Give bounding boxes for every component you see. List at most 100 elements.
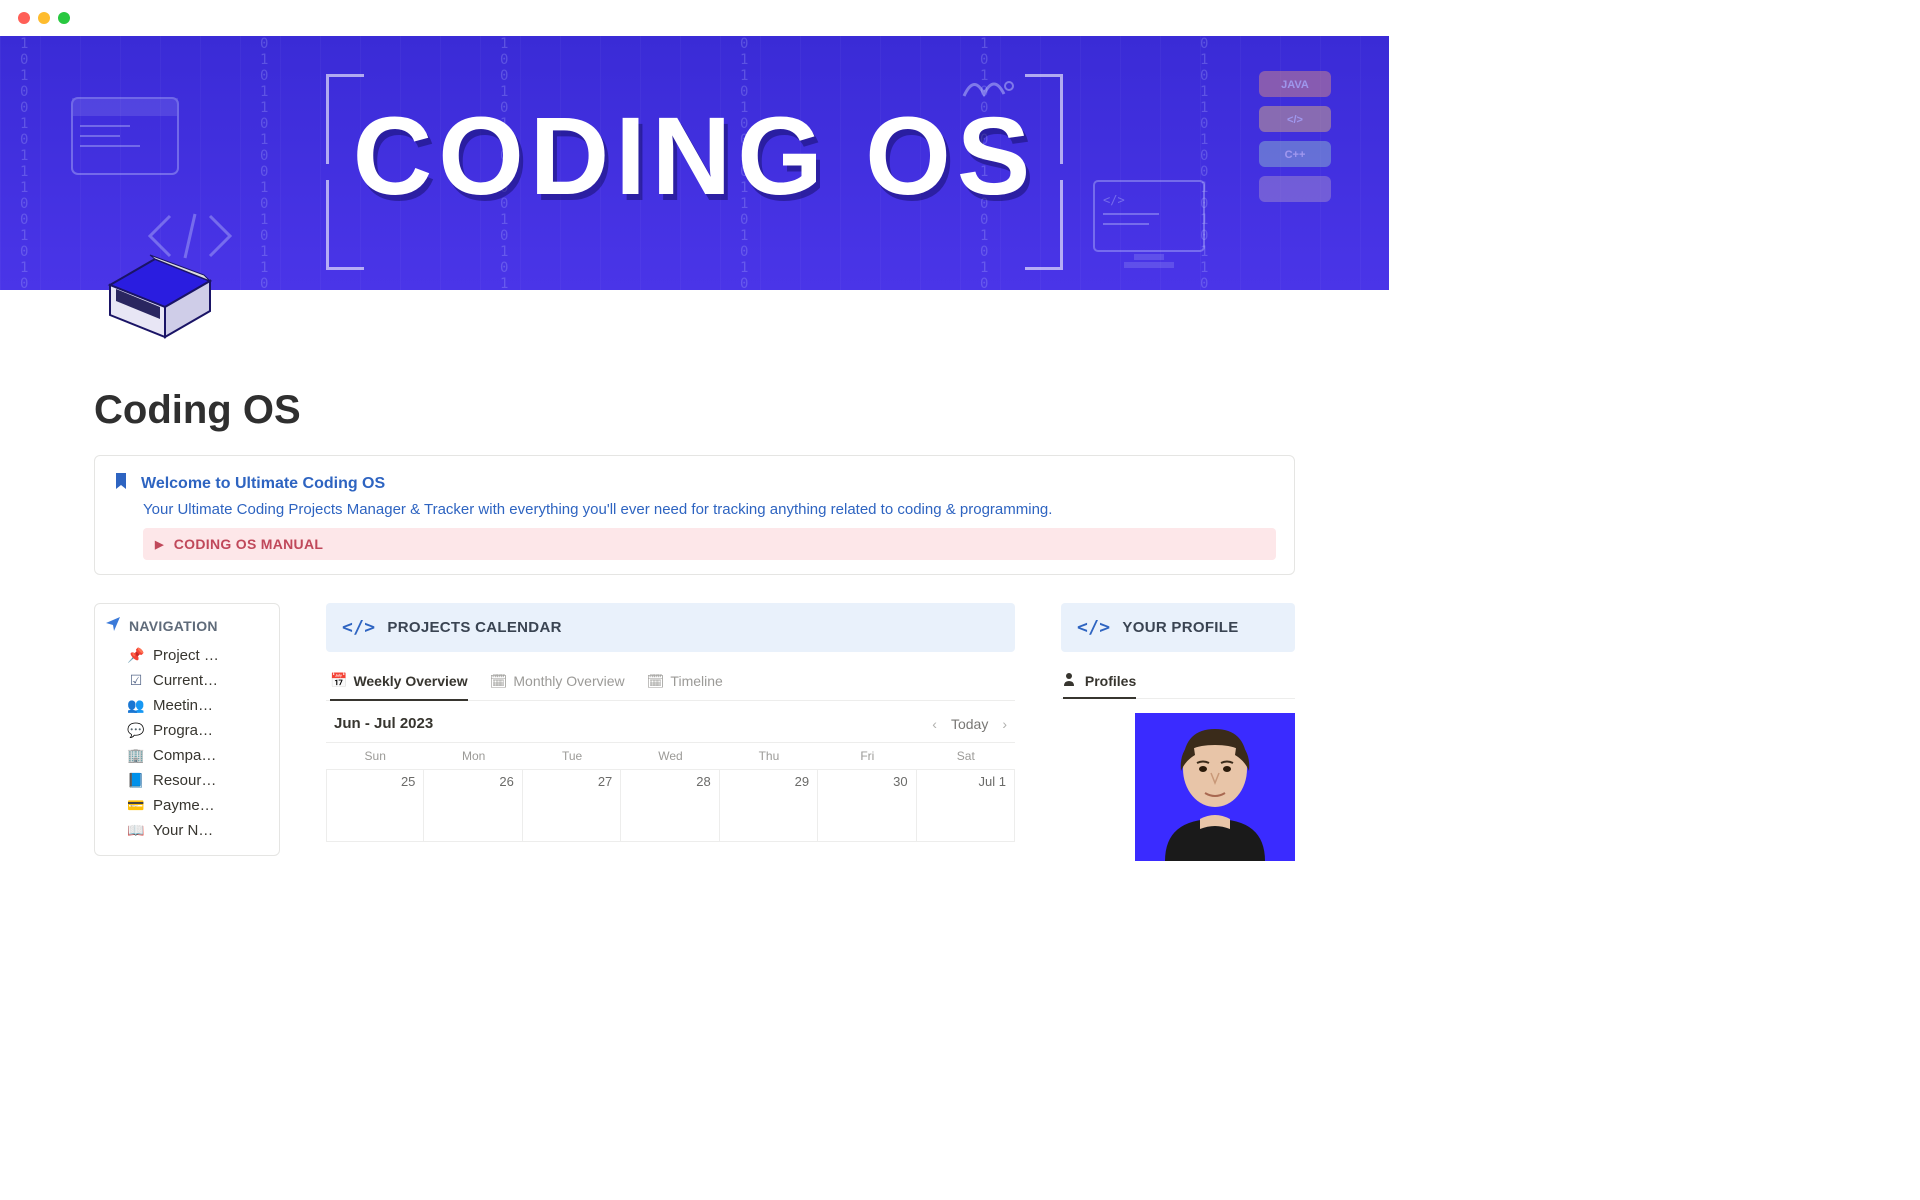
calendar-view-tabs: 📅 Weekly Overview 🗓 Monthly Overview 🗓 Timeli… [326,666,1015,701]
nav-item-label: Payme… [153,797,215,814]
window-titlebar [0,0,1389,36]
calendar-month-icon: 🗓 [490,673,508,690]
page-title: Coding OS [94,388,1295,433]
code-icon: </> [342,617,375,638]
profiles-tab-label: Profiles [1085,673,1136,689]
svg-text:</>: </> [1103,193,1125,207]
calendar-dow: Mon [424,743,522,769]
calendar-day-number: 27 [598,774,612,789]
tab-label: Timeline [670,673,722,689]
chat-icon: 💬 [127,722,145,739]
nav-item[interactable]: 🏢 Compa… [105,743,269,768]
person-icon [1063,673,1079,689]
calendar-days-row: 25 26 27 28 29 30 Jul 1 [326,769,1015,842]
close-window-button[interactable] [18,12,30,24]
location-arrow-icon [105,616,121,635]
calendar-dow: Tue [523,743,621,769]
navigation-heading-text: NAVIGATION [129,618,218,634]
callout-heading: Welcome to Ultimate Coding OS [113,472,1276,495]
calendar-dow: Sun [326,743,424,769]
svg-text:JAVA: JAVA [1281,79,1309,91]
calendar-day-number: Jul 1 [979,774,1006,789]
window-icon [70,96,180,176]
nav-item[interactable]: 📘Resour… [105,768,269,793]
nav-item-label: Meetin… [153,697,213,714]
minimize-window-button[interactable] [38,12,50,24]
calendar-day-cell[interactable]: 27 [523,770,621,842]
language-badges-icon: JAVA </> C++ [1249,66,1339,216]
nav-item-label: Project … [153,647,219,664]
tab-label: Weekly Overview [353,673,467,689]
page-content: Coding OS Welcome to Ultimate Coding OS … [0,290,1389,861]
calendar-dow: Fri [818,743,916,769]
nav-item-label: Progra… [153,722,213,739]
nav-item[interactable]: 📖 Your N… [105,818,269,843]
calendar-toolbar: Jun - Jul 2023 ‹ Today › [326,701,1015,742]
laptop-page-icon[interactable] [100,254,220,364]
manual-toggle[interactable]: ▶ CODING OS MANUAL [143,528,1276,560]
svg-text:</>: </> [1287,114,1303,126]
profiles-tab[interactable]: Profiles [1061,666,1295,699]
card-icon: 💳 [127,797,145,814]
calendar-day-cell[interactable]: 26 [424,770,522,842]
calendar-day-cell[interactable]: 28 [621,770,719,842]
maximize-window-button[interactable] [58,12,70,24]
calendar-tab[interactable]: 🗓 Monthly Overview [490,666,625,700]
nav-item[interactable]: 💳 Payme… [105,793,269,818]
checklist-icon: ☑ [127,672,145,689]
nav-item-label: Compa… [153,747,216,764]
calendar-day-cell[interactable]: Jul 1 [917,770,1015,842]
calendar-day-number: 28 [696,774,710,789]
calendar-day-cell[interactable]: 30 [818,770,916,842]
nav-item[interactable]: 👥 Meetin… [105,693,269,718]
calendar-next-button[interactable]: › [1002,716,1007,732]
calendar-day-number: 29 [795,774,809,789]
nav-item-label: Your N… [153,822,213,839]
welcome-callout: Welcome to Ultimate Coding OS Your Ultim… [94,455,1295,575]
profile-section: </> YOUR PROFILE Profiles [1061,603,1295,861]
matrix-decoration: 1 0 1 0 0 1 0 1 1 1 0 0 1 0 1 0 [20,36,38,290]
calendar-range-label: Jun - Jul 2023 [334,715,433,732]
calendar-day-cell[interactable]: 25 [326,770,424,842]
bookmark-icon [113,472,129,495]
matrix-decoration: 0 1 0 1 1 0 1 0 0 1 0 1 0 1 1 0 [260,36,278,290]
profile-avatar[interactable] [1135,713,1295,861]
calendar-prev-button[interactable]: ‹ [932,716,937,732]
calendar-tab[interactable]: 🗓 Timeline [647,666,723,700]
section-title: YOUR PROFILE [1122,619,1238,636]
profile-section-header: </> YOUR PROFILE [1061,603,1295,652]
nav-item-label: Current… [153,672,218,689]
calendar-dow: Sat [917,743,1015,769]
notebook-icon: 📖 [127,822,145,839]
callout-subtitle: Your Ultimate Coding Projects Manager & … [143,501,1276,518]
building-icon: 🏢 [127,747,145,764]
book-icon: 📘 [127,772,145,789]
calendar-dow-row: SunMonTueWedThuFriSat [326,742,1015,769]
calendar-day-cell[interactable]: 29 [720,770,818,842]
code-icon: </> [1077,617,1110,638]
people-icon: 👥 [127,697,145,714]
play-icon: ▶ [155,538,164,551]
calendar-day-number: 30 [893,774,907,789]
svg-text:C++: C++ [1285,149,1306,161]
calendar-today-button[interactable]: Today [951,716,988,732]
tab-label: Monthly Overview [513,673,624,689]
navigation-card: NAVIGATION 📌 Project … ☑ Current… 👥 Meetin… 💬 P… [94,603,280,856]
calendar-week-icon: 📅 [330,672,347,689]
nav-item[interactable]: 📌 Project … [105,643,269,668]
calendar-tab[interactable]: 📅 Weekly Overview [330,666,468,701]
nav-item[interactable]: 💬 Progra… [105,718,269,743]
pushpin-icon: 📌 [127,647,145,664]
monitor-icon: </> [1089,176,1209,276]
manual-label: CODING OS MANUAL [174,536,323,552]
nav-item[interactable]: ☑ Current… [105,668,269,693]
calendar-day-number: 26 [499,774,513,789]
projects-calendar-header: </> PROJECTS CALENDAR [326,603,1015,652]
projects-calendar-section: </> PROJECTS CALENDAR 📅 Weekly Overview 🗓 M… [326,603,1015,842]
calendar-day-number: 25 [401,774,415,789]
section-title: PROJECTS CALENDAR [387,619,561,636]
timeline-icon: 🗓 [647,673,665,690]
cover-title: CODING OS [353,93,1037,220]
page-cover: 1 0 1 0 0 1 0 1 1 1 0 0 1 0 1 0 0 1 0 1 … [0,36,1389,290]
calendar-dow: Thu [720,743,818,769]
